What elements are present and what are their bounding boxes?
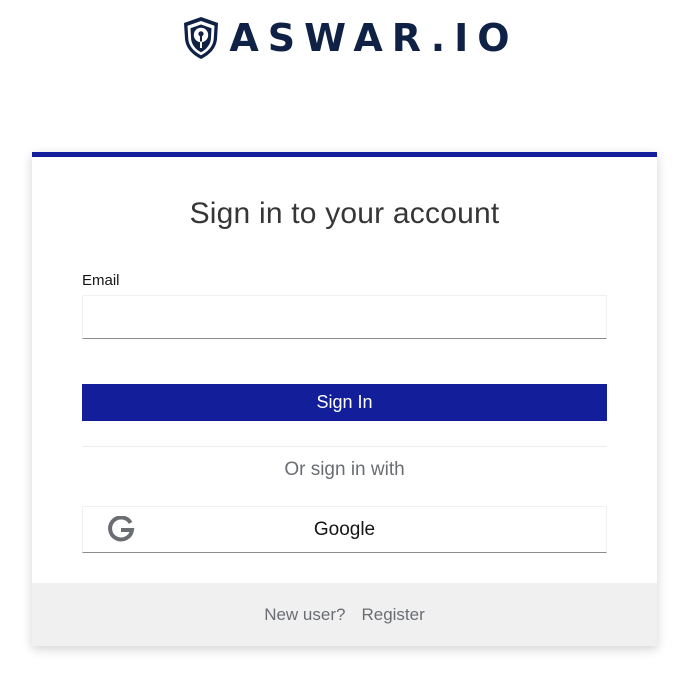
email-label: Email	[82, 272, 120, 289]
brand-header: ASWAR.IO	[0, 12, 696, 64]
email-field[interactable]	[82, 295, 607, 339]
sign-in-button[interactable]: Sign In	[82, 384, 607, 421]
google-label: Google	[313, 519, 376, 540]
page-title: Sign in to your account	[189, 197, 500, 230]
google-sign-in-button[interactable]: Google	[82, 506, 607, 553]
register-link[interactable]: Register	[361, 605, 424, 625]
login-card: Sign in to your account Email Sign In Or…	[32, 152, 657, 646]
new-user-text: New user?	[264, 604, 346, 624]
or-sign-in-label: Or sign in with	[284, 459, 405, 480]
divider	[82, 446, 607, 447]
card-footer: New user? Register	[32, 583, 657, 646]
brand-name: ASWAR.IO	[229, 16, 519, 60]
shield-keyhole-icon	[177, 14, 225, 62]
login-page: ASWAR.IO Sign in to your account Email S…	[0, 0, 696, 677]
brand-logo-group: ASWAR.IO	[177, 14, 518, 62]
